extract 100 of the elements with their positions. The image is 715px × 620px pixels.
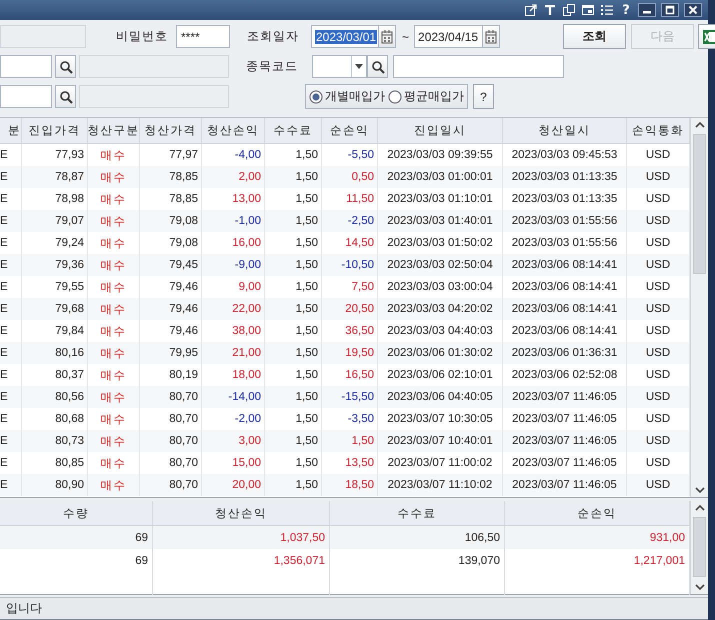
window-icon[interactable]	[581, 3, 595, 17]
copy-icon[interactable]	[562, 3, 576, 17]
table-cell: 80,70	[140, 430, 202, 452]
column-header[interactable]: 수수료	[330, 501, 505, 525]
table-cell: 79,95	[140, 342, 202, 364]
password-field[interactable]: ****	[176, 25, 230, 48]
table-cell: E	[0, 298, 22, 320]
column-header[interactable]: 수수료	[265, 118, 322, 143]
table-cell: -15,50	[322, 386, 378, 408]
search-icon	[370, 59, 385, 74]
scroll-thumb[interactable]	[693, 134, 706, 274]
table-cell: 78,85	[140, 166, 202, 188]
help-button[interactable]: ?	[619, 2, 633, 18]
table-cell: 80,73	[22, 430, 88, 452]
table-cell: 3,00	[202, 430, 265, 452]
column-header[interactable]: 청산가격	[140, 118, 202, 143]
table-cell: 79,07	[22, 210, 88, 232]
table-cell: 1,50	[265, 298, 322, 320]
font-icon[interactable]	[543, 3, 557, 17]
table-cell: 매수	[88, 166, 140, 188]
table-cell: 69	[0, 526, 153, 549]
search-button[interactable]	[55, 55, 76, 78]
close-icon	[688, 5, 698, 15]
search-button[interactable]	[367, 55, 388, 78]
column-header[interactable]: 진입일시	[378, 118, 503, 143]
search-button[interactable]	[55, 85, 76, 108]
table-cell: 80,56	[22, 386, 88, 408]
table-cell: 20,50	[322, 298, 378, 320]
table-cell: 80,70	[140, 386, 202, 408]
column-header[interactable]: 청산일시	[503, 118, 627, 143]
column-header[interactable]: 청산손익	[202, 118, 265, 143]
date-field[interactable]: 2023/03/01	[311, 25, 396, 48]
column-header[interactable]: 순손익	[322, 118, 378, 143]
table-cell: E	[0, 254, 22, 276]
table-cell: 22,00	[202, 298, 265, 320]
table-cell: 80,90	[22, 474, 88, 496]
table-cell: -1,00	[202, 210, 265, 232]
scrollbar[interactable]	[690, 501, 708, 594]
maximize-button[interactable]	[661, 3, 679, 17]
status-text: 입니다	[6, 600, 42, 617]
table-cell: 1,356,071	[153, 549, 330, 572]
table-cell: E	[0, 166, 22, 188]
list-icon[interactable]	[600, 3, 614, 17]
table-cell: 2023/03/06 01:36:31	[503, 342, 627, 364]
table-cell: 2023/03/07 10:40:01	[378, 430, 503, 452]
table-cell: 2023/03/03 01:40:01	[378, 210, 503, 232]
calendar-button[interactable]	[378, 26, 395, 47]
table-cell: 79,36	[22, 254, 88, 276]
minimize-button[interactable]	[638, 3, 656, 17]
table-cell: 80,70	[140, 474, 202, 496]
table-cell: 2023/03/07 11:46:05	[503, 430, 627, 452]
table-cell: 106,50	[330, 526, 505, 549]
table-cell: 2023/03/06 01:30:02	[378, 342, 503, 364]
date-field[interactable]: 2023/04/15	[414, 25, 500, 48]
table-cell: 69	[0, 549, 153, 572]
table-cell: 매수	[88, 342, 140, 364]
help-button[interactable]: ?	[473, 84, 494, 109]
code-field[interactable]	[0, 85, 52, 108]
table-cell: 1,50	[265, 342, 322, 364]
table-cell: 18,50	[322, 474, 378, 496]
column-header[interactable]: 청산구분	[88, 118, 140, 143]
table-cell: -2,50	[322, 210, 378, 232]
table-cell: 2023/03/06 08:14:41	[503, 254, 627, 276]
price-option-radio[interactable]: 평균매입가	[388, 88, 464, 105]
table-cell: 80,16	[22, 342, 88, 364]
scrollbar[interactable]	[690, 118, 708, 497]
search-button[interactable]: 조회	[563, 24, 626, 49]
table-cell: 매수	[88, 254, 140, 276]
symbol-label: 종목코드	[246, 58, 298, 75]
calendar-button[interactable]	[482, 26, 500, 47]
table-cell: 1,50	[265, 386, 322, 408]
search-icon	[58, 89, 73, 104]
table-cell: 매수	[88, 386, 140, 408]
table-cell: 1,50	[265, 166, 322, 188]
table-cell: -14,00	[202, 386, 265, 408]
date-separator: ~	[402, 30, 410, 44]
price-option-radio[interactable]: 개별매입가	[309, 88, 385, 105]
dropdown-icon	[351, 56, 366, 77]
calendar-icon	[380, 29, 394, 44]
table-cell: -10,50	[322, 254, 378, 276]
table-cell: 2023/03/06 04:40:05	[378, 386, 503, 408]
table-cell: 79,68	[22, 298, 88, 320]
table-cell: 139,070	[330, 549, 505, 572]
close-button[interactable]	[684, 3, 702, 17]
table-cell: 2023/03/03 01:00:01	[378, 166, 503, 188]
popout-icon[interactable]	[524, 3, 538, 17]
column-header[interactable]: 청산손익	[153, 501, 330, 525]
code-field[interactable]	[0, 55, 52, 78]
table-cell: 매수	[88, 298, 140, 320]
maximize-icon	[665, 5, 675, 15]
column-header[interactable]: 진입가격	[22, 118, 88, 143]
excel-button[interactable]	[698, 24, 715, 49]
column-header[interactable]: 수량	[0, 501, 153, 525]
table-cell: 매수	[88, 430, 140, 452]
table-cell: 2023/03/03 04:20:02	[378, 298, 503, 320]
symbol-name-field[interactable]	[393, 55, 564, 78]
column-header[interactable]: 분	[0, 118, 22, 143]
table-cell: 78,87	[22, 166, 88, 188]
scroll-thumb[interactable]	[693, 517, 706, 577]
table-cell: 2023/03/07 11:10:02	[378, 474, 503, 496]
